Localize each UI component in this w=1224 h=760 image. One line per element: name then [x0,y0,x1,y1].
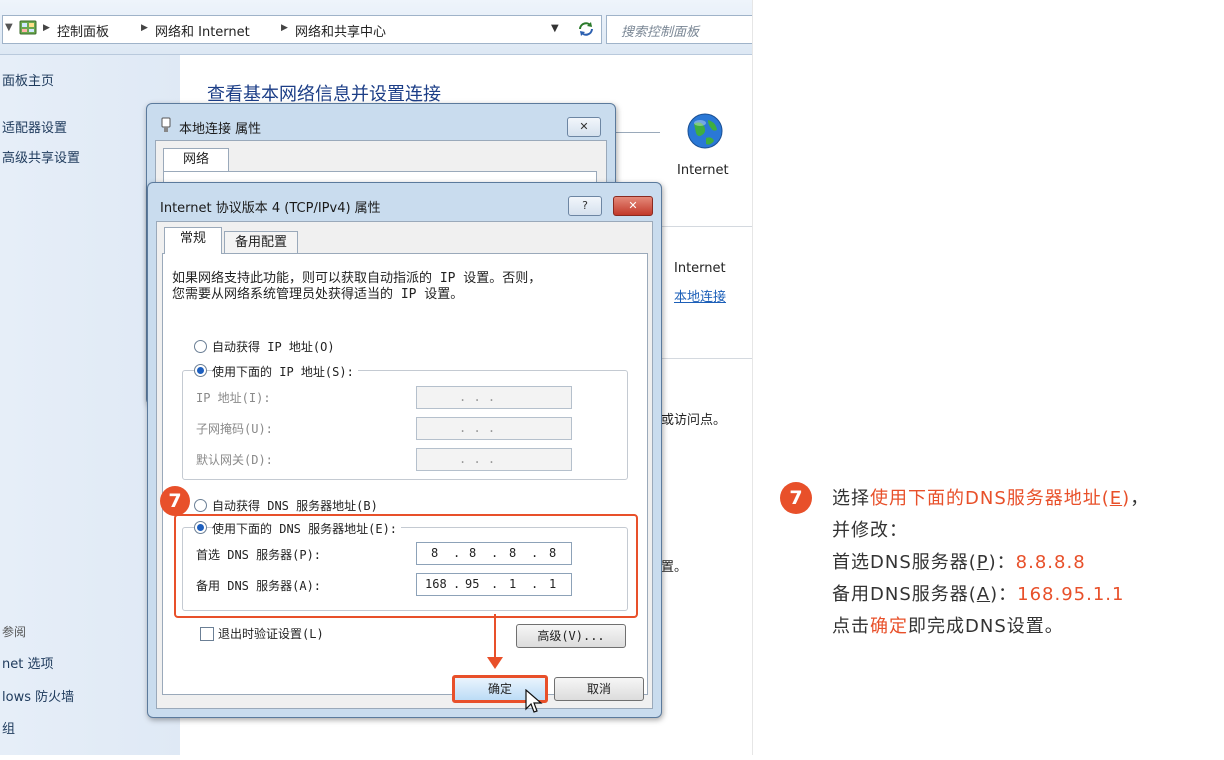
ip-address-label: IP 地址(I): [196,391,271,405]
instruction-shortcut-key: E [1109,488,1123,509]
instruction-highlight: 使用下面的DNS服务器地址( [870,488,1110,509]
instruction-text: 即完成DNS设置。 [908,616,1064,637]
dialog-title: 本地连接 属性 [179,122,262,137]
default-gateway-label: 默认网关(D): [196,453,273,467]
radio-auto-ip[interactable] [194,340,207,353]
tab-network[interactable]: 网络 [163,148,229,171]
address-bar-area: ▼ ▶ 控制面板 ▶ 网络和 Internet ▶ 网络和共享中心 ▼ 搜索控制… [0,0,752,55]
arrow-line [494,614,496,660]
connection-link[interactable]: 本地连接 [674,286,726,305]
instruction-shortcut-key: P [976,552,989,573]
breadcrumb-separator-icon: ▶ [141,23,148,33]
radio-manual-ip[interactable] [194,364,207,377]
ip-address-field[interactable]: . . . [416,386,572,409]
refresh-button[interactable] [572,15,600,42]
instruction-text: )： [988,552,1016,573]
subnet-mask-label: 子网掩码(U): [196,422,273,436]
step-badge: 7 [160,486,190,516]
divider [660,226,752,227]
breadcrumb-item[interactable]: 网络和 Internet [155,21,250,40]
instruction-line-4: 备用DNS服务器(A)：168.95.1.1 [832,580,1124,606]
address-bar[interactable]: ▼ ▶ 控制面板 ▶ 网络和 Internet ▶ 网络和共享中心 ▼ [2,15,602,44]
radio-auto-dns-label: 自动获得 DNS 服务器地址(B) [212,499,378,513]
instruction-highlight: 确定 [870,616,908,637]
breadcrumb-separator-icon: ▶ [281,23,288,33]
address-dropdown-icon[interactable]: ▼ [551,23,559,34]
advanced-button[interactable]: 高级(V)... [516,624,626,648]
network-adapter-icon [159,117,173,137]
instruction-value: 8.8.8.8 [1015,552,1086,573]
radio-auto-ip-label: 自动获得 IP 地址(O) [212,340,335,354]
instruction-text: 首选DNS服务器( [832,552,977,573]
instruction-shortcut-key: A [976,584,991,605]
nav-item-advanced-sharing[interactable]: 高级共享设置 [2,147,80,166]
validate-checkbox-label: 退出时验证设置(L) [218,627,324,641]
dialog-title: Internet 协议版本 4 (TCP/IPv4) 属性 [160,201,381,216]
default-gateway-placeholder: . . . [459,452,496,466]
breadcrumb-item[interactable]: 网络和共享中心 [295,21,386,40]
highlight-frame [174,514,638,618]
close-button[interactable]: ✕ [613,196,653,216]
screenshot-frame: ▼ ▶ 控制面板 ▶ 网络和 Internet ▶ 网络和共享中心 ▼ 搜索控制… [0,0,753,755]
nav-item-firewall[interactable]: lows 防火墙 [2,686,74,705]
cancel-button[interactable]: 取消 [554,677,644,701]
radio-auto-dns[interactable] [194,499,207,512]
nav-item-adapter-settings[interactable]: 适配器设置 [2,117,67,136]
mouse-cursor-icon [524,688,544,719]
default-gateway-field[interactable]: . . . [416,448,572,471]
instruction-line-3: 首选DNS服务器(P)：8.8.8.8 [832,548,1086,574]
nav-item-home[interactable]: 面板主页 [2,70,54,89]
instruction-panel: 7 选择使用下面的DNS服务器地址(E)， 并修改： 首选DNS服务器(P)：8… [780,480,1224,660]
description-fragment: 置。 [661,560,688,575]
instruction-text: ， [1130,488,1150,509]
history-dropdown-icon[interactable]: ▼ [5,22,13,33]
instruction-text: )： [990,584,1018,605]
description-fragment: 或访问点。 [661,413,727,428]
step-badge: 7 [780,482,812,514]
control-panel-icon [19,19,37,41]
instruction-line-2: 并修改： [832,520,908,541]
ipv4-properties-dialog: Internet 协议版本 4 (TCP/IPv4) 属性 ? ✕ 常规 备用配… [147,182,662,718]
description-text: 您需要从网络系统管理员处获得适当的 IP 设置。 [172,287,464,302]
refresh-icon [579,22,593,36]
radio-manual-ip-label: 使用下面的 IP 地址(S): [212,363,358,380]
close-button[interactable]: ✕ [567,117,601,137]
subnet-mask-placeholder: . . . [459,421,496,435]
breadcrumb-item[interactable]: 控制面板 [57,21,109,40]
access-type-value: Internet [674,261,726,276]
divider [660,358,752,359]
instruction-text: 备用DNS服务器( [832,584,977,605]
instruction-line-1: 选择使用下面的DNS服务器地址(E)， [832,484,1149,510]
instruction-value: 168.95.1.1 [1017,584,1125,605]
network-map-line [610,132,660,133]
tab-alternate-config[interactable]: 备用配置 [224,231,298,254]
internet-label: Internet [677,163,729,178]
breadcrumb-separator-icon: ▶ [43,23,50,33]
instruction-line-5: 点击确定即完成DNS设置。 [832,612,1064,638]
see-also-heading: 参阅 [2,625,27,639]
instruction-text: 点击 [832,616,870,637]
subnet-mask-field[interactable]: . . . [416,417,572,440]
instruction-text: 选择 [832,488,870,509]
nav-item-homegroup[interactable]: 组 [2,718,15,737]
ip-address-placeholder: . . . [459,390,496,404]
globe-icon [686,112,724,154]
help-button[interactable]: ? [568,196,602,216]
tab-general[interactable]: 常规 [164,227,222,254]
search-placeholder: 搜索控制面板 [621,25,700,40]
validate-checkbox[interactable] [200,627,214,641]
instruction-highlight: ) [1122,488,1131,509]
arrow-down-icon [487,657,503,669]
search-input[interactable]: 搜索控制面板 [606,15,752,44]
nav-item-internet-options[interactable]: net 选项 [2,653,53,672]
